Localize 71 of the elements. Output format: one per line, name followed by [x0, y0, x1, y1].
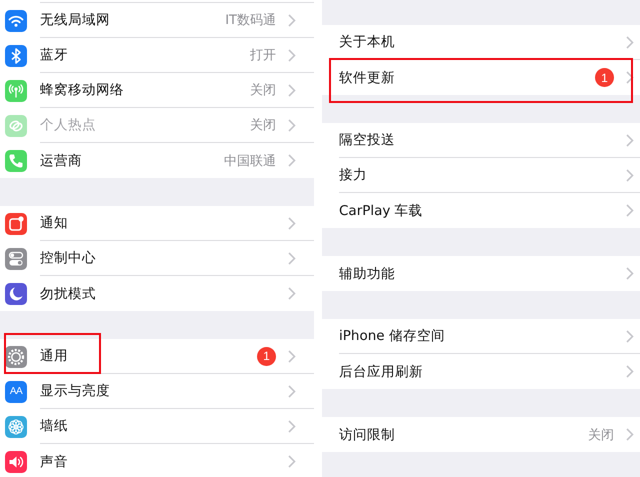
row-label: iPhone 储存空间 — [339, 327, 446, 345]
chevron-icon — [288, 48, 296, 62]
chevron-icon — [626, 365, 634, 378]
settings-row[interactable]: 蜂窝移动网络 关闭 — [0, 73, 314, 108]
row-value: 中国联通 — [224, 152, 276, 170]
settings-row[interactable]: 通用 1 — [0, 339, 314, 374]
chevron-icon — [626, 267, 634, 280]
settings-row[interactable]: 隔空投送 — [322, 123, 640, 158]
row-label: CarPlay 车载 — [339, 202, 424, 220]
settings-row[interactable]: CarPlay 车载 — [322, 193, 640, 228]
row-label: 无线局域网 — [40, 11, 111, 29]
row-value: 关闭 — [588, 426, 614, 444]
chevron-icon — [288, 287, 296, 300]
row-value: 关闭 — [250, 82, 276, 99]
settings-row[interactable]: 墙纸 — [0, 409, 314, 444]
row-label: 关于本机 — [339, 33, 396, 51]
row-label: 访问限制 — [339, 426, 396, 444]
row-value: IT数码通 — [225, 12, 276, 29]
settings-row[interactable]: 运营商 中国联通 — [0, 143, 314, 178]
row-label: 辅助功能 — [339, 264, 396, 282]
chevron-icon — [626, 36, 634, 48]
row-label: 通用 — [40, 347, 69, 365]
row-label: 声音 — [40, 452, 69, 470]
chevron-icon — [626, 134, 634, 146]
row-label: 显示与亮度 — [40, 382, 111, 400]
settings-row[interactable]: 辅助功能 — [322, 256, 640, 291]
settings-row[interactable]: 访问限制 关闭 — [322, 417, 640, 452]
chevron-icon — [626, 428, 634, 441]
chevron-icon — [288, 455, 296, 468]
chevron-icon — [288, 216, 296, 230]
chevron-icon — [288, 118, 296, 132]
chevron-icon — [626, 168, 634, 182]
settings-row[interactable]: 后台应用刷新 — [322, 354, 640, 389]
chevron-icon — [288, 14, 296, 26]
settings-row[interactable]: 通知 — [0, 206, 314, 241]
settings-row[interactable]: iPhone 储存空间 — [322, 319, 640, 354]
settings-row[interactable]: 无线局域网 IT数码通 — [0, 3, 314, 38]
chevron-icon — [288, 420, 296, 432]
chevron-icon — [626, 71, 634, 84]
row-label: 个人热点 — [40, 116, 97, 134]
settings-row[interactable]: 接力 — [322, 158, 640, 193]
row-label: 蜂窝移动网络 — [40, 81, 125, 99]
row-label: 运营商 — [40, 152, 83, 170]
row-label: 勿扰模式 — [40, 284, 97, 302]
update-badge: 1 — [257, 346, 276, 366]
row-label: 蓝牙 — [40, 46, 69, 64]
row-label: 隔空投送 — [339, 131, 396, 149]
chevron-icon — [288, 350, 296, 362]
settings-row[interactable]: 声音 — [0, 444, 314, 477]
row-label: 通知 — [40, 214, 69, 232]
row-label: 接力 — [339, 166, 368, 184]
row-label: 墙纸 — [40, 417, 69, 435]
row-label: 软件更新 — [339, 68, 396, 86]
row-label: 控制中心 — [40, 249, 97, 267]
settings-row[interactable]: 蓝牙 打开 — [0, 38, 314, 73]
settings-row[interactable]: AA 显示与亮度 — [0, 374, 314, 409]
chevron-icon — [288, 154, 296, 167]
row-value: 打开 — [250, 47, 276, 64]
settings-row[interactable]: 控制中心 — [0, 241, 314, 276]
settings-row[interactable]: 勿扰模式 — [0, 276, 314, 311]
chevron-icon — [626, 204, 634, 217]
chevron-icon — [626, 330, 634, 342]
chevron-icon — [288, 384, 296, 398]
settings-row[interactable]: 关于本机 — [322, 25, 640, 60]
text-size-icon: AA — [5, 380, 27, 402]
chevron-icon — [288, 252, 296, 264]
row-label: 后台应用刷新 — [339, 362, 424, 380]
chevron-icon — [288, 84, 296, 96]
settings-row[interactable]: 软件更新 1 — [322, 60, 640, 95]
update-badge: 1 — [595, 68, 614, 87]
row-value: 关闭 — [250, 117, 276, 134]
